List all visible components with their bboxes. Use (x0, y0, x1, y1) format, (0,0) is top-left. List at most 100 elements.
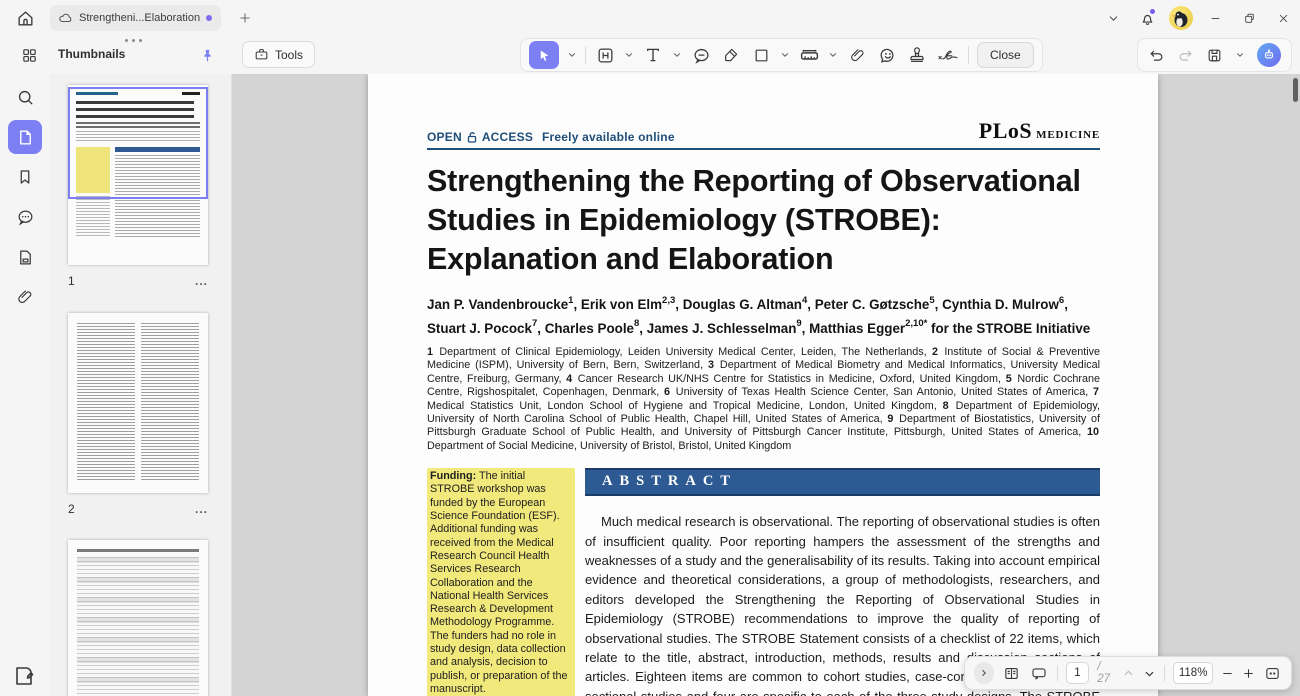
close-toolbar-label: Close (990, 48, 1021, 62)
visible-area-indicator[interactable] (68, 87, 208, 199)
stamp-tool-button[interactable] (906, 41, 928, 69)
heading-tool-button[interactable] (594, 41, 616, 69)
minimize-button[interactable] (1198, 2, 1232, 34)
signature-tool-icon (936, 46, 960, 64)
thumbnail-more-button[interactable]: ... (195, 274, 208, 288)
funding-label: Funding: (430, 470, 477, 483)
freely-available-label: Freely available online (542, 130, 675, 144)
search-button[interactable] (8, 80, 42, 114)
document-viewport[interactable]: OPEN ACCESS Freely available online PLoS… (232, 74, 1300, 696)
vertical-scrollbar-thumb[interactable] (1293, 78, 1298, 102)
author-item: for the STROBE Initiative (931, 320, 1091, 336)
notifications-button[interactable] (1130, 2, 1164, 34)
sticker-tool-button[interactable] (876, 41, 898, 69)
page-number-input[interactable]: 1 (1065, 662, 1090, 684)
thumbnail-2-row: 2 ... (68, 502, 208, 516)
thumbnail-more-button[interactable]: ... (195, 502, 208, 516)
zoom-in-button[interactable] (1242, 667, 1255, 680)
account-button[interactable] (1164, 2, 1198, 34)
heading-tool-icon (596, 46, 615, 65)
sticker-tool-icon (878, 46, 897, 65)
titlebar: Strengtheni...Elaboration (0, 0, 1300, 36)
author-item: James J. Schlesselman9, (646, 318, 810, 336)
page-down-button[interactable] (1143, 667, 1156, 680)
panel-drag-handle-icon[interactable] (125, 39, 142, 42)
measure-tool-icon (799, 45, 820, 66)
page-up-button[interactable] (1122, 667, 1135, 680)
attach-tool-button[interactable] (846, 41, 868, 69)
app-grid-icon (21, 47, 38, 64)
close-toolbar-button[interactable]: Close (977, 42, 1034, 68)
layers-panel-button[interactable] (8, 240, 42, 274)
zoom-level-input[interactable]: 118% (1173, 662, 1213, 684)
ai-assistant-button[interactable] (1257, 43, 1281, 67)
author-item: Erik von Elm2,3, (580, 295, 683, 313)
save-chevron-icon[interactable] (1235, 50, 1245, 60)
page-spread-button[interactable] (1002, 665, 1021, 682)
select-cursor-icon (537, 48, 552, 63)
comments-panel-button[interactable] (8, 200, 42, 234)
select-tool-chevron-icon[interactable] (567, 50, 577, 60)
highlight-tool-button[interactable] (720, 41, 742, 69)
author-item: Matthias Egger2,10* (809, 318, 928, 336)
thumb-content (77, 323, 199, 481)
fullscreen-button[interactable] (1263, 665, 1282, 682)
measure-tool-chevron-icon[interactable] (828, 50, 838, 60)
titlebar-chevron-button[interactable] (1096, 2, 1130, 34)
close-window-button[interactable] (1266, 2, 1300, 34)
thumbnail-page-1[interactable] (68, 85, 208, 265)
app-grid-button[interactable] (13, 40, 45, 70)
tools-button[interactable]: Tools (242, 41, 316, 68)
tools-label: Tools (275, 47, 304, 62)
signature-tool-button[interactable] (936, 41, 960, 69)
shape-tool-chevron-icon[interactable] (780, 50, 790, 60)
restore-icon (1243, 12, 1256, 25)
home-button[interactable] (8, 3, 42, 33)
text-tool-chevron-icon[interactable] (672, 50, 682, 60)
thumbnail-1-row: 1 ... (68, 274, 208, 288)
search-icon (16, 88, 35, 107)
comment-tool-button[interactable] (690, 41, 712, 69)
select-tool-button[interactable] (529, 41, 559, 69)
tab-title: Strengtheni...Elaboration (79, 12, 201, 24)
header-rule (427, 148, 1100, 150)
chevron-down-icon (1107, 12, 1120, 25)
home-icon (16, 9, 35, 28)
panel-title: Thumbnails (58, 47, 126, 61)
undo-button[interactable] (1148, 47, 1165, 64)
left-rail (0, 74, 50, 696)
toolbar-row: Thumbnails Tools Close (0, 36, 1300, 74)
funding-note: Funding: The initial STROBE workshop was… (427, 468, 575, 696)
attachments-panel-button[interactable] (8, 280, 42, 314)
restore-button[interactable] (1232, 2, 1266, 34)
pin-panel-button[interactable] (194, 43, 220, 67)
thumbnails-panel-button[interactable] (8, 120, 42, 154)
page-total-label: / 27 (1097, 661, 1110, 685)
affiliation-item: 6 University of Texas Health Science Cen… (663, 386, 1093, 399)
heading-tool-chevron-icon[interactable] (624, 50, 634, 60)
stamp-tool-icon (908, 46, 926, 64)
plos-wordmark: PLoS (978, 118, 1033, 143)
document-tab[interactable]: Strengtheni...Elaboration (50, 5, 222, 31)
text-tool-button[interactable] (642, 41, 664, 69)
collapse-bar-button[interactable] (974, 662, 994, 684)
sign-document-button[interactable] (12, 664, 36, 688)
sign-document-icon (12, 664, 36, 688)
minimize-icon (1209, 12, 1222, 25)
shape-tool-button[interactable] (750, 41, 772, 69)
notification-dot-icon (1150, 9, 1155, 14)
redo-button[interactable] (1177, 47, 1194, 64)
new-tab-button[interactable] (231, 5, 259, 31)
page-slot-icon (16, 248, 35, 267)
affiliation-item: 1 Department of Clinical Epidemiology, L… (427, 345, 932, 358)
zoom-out-button[interactable] (1221, 667, 1234, 680)
statusbar-divider (1056, 665, 1058, 681)
thumbnail-page-3[interactable] (68, 540, 208, 696)
tools-icon (254, 47, 269, 62)
measure-tool-button[interactable] (798, 41, 820, 69)
annotation-mode-button[interactable] (1029, 665, 1049, 682)
thumbnail-page-2[interactable] (68, 313, 208, 493)
pdf-page-1[interactable]: OPEN ACCESS Freely available online PLoS… (368, 74, 1158, 696)
bookmarks-button[interactable] (8, 160, 42, 194)
save-button[interactable] (1206, 47, 1223, 64)
